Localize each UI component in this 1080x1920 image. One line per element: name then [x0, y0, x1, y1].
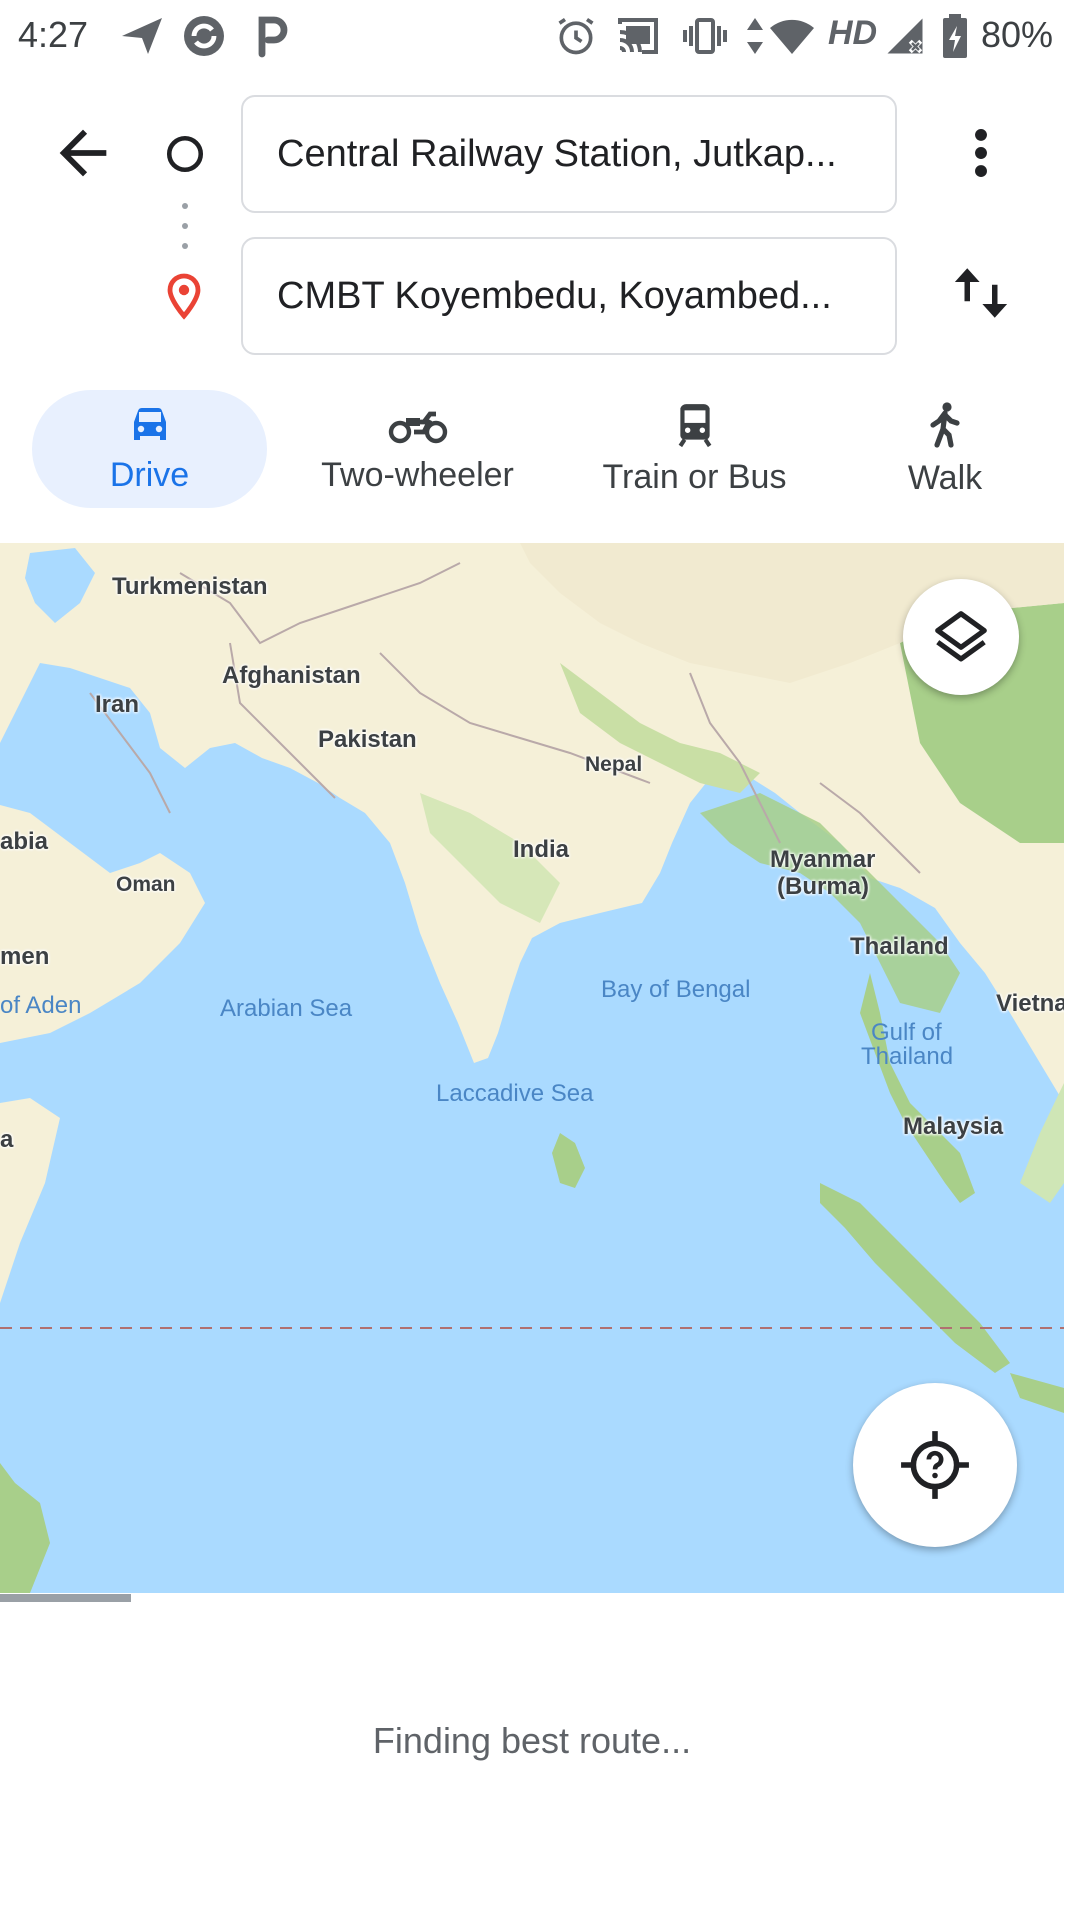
mode-walk[interactable]: Walk [850, 390, 1040, 508]
map-label-bay-of-bengal: Bay of Bengal [601, 976, 751, 1003]
screen: 4:27 HD 80% Central Railway Station, Jut… [0, 0, 1080, 1920]
map-label-iran: Iran [95, 691, 140, 718]
signal-icon [887, 18, 923, 54]
mode-label: Two-wheeler [321, 455, 514, 494]
map-label-saudi-arabia: abia [0, 828, 49, 855]
map-label-arabian-sea: Arabian Sea [220, 995, 353, 1022]
sync-icon [184, 16, 224, 56]
origin-field[interactable]: Central Railway Station, Jutkap... [241, 95, 897, 213]
status-time: 4:27 [18, 14, 89, 55]
destination-field[interactable]: CMBT Koyembedu, Koyambed... [241, 237, 897, 355]
map-label-turkmenistan: Turkmenistan [112, 573, 268, 600]
map-label-india: India [513, 836, 570, 863]
map-label-laccadive-sea: Laccadive Sea [436, 1080, 594, 1107]
destination-pin-icon [167, 273, 201, 320]
mode-drive[interactable]: Drive [32, 390, 267, 508]
data-arrows-icon [747, 18, 763, 54]
map-label-burma: (Burma) [777, 873, 870, 900]
map-label-gulf-of-thailand-2: Thailand [861, 1043, 954, 1070]
mode-train-or-bus[interactable]: Train or Bus [577, 390, 812, 508]
map-label-malaysia: Malaysia [903, 1113, 1004, 1140]
map-label-vietnam: Vietna [996, 990, 1064, 1017]
motorcycle-icon [388, 411, 447, 443]
destination-text: CMBT Koyembedu, Koyambed... [277, 274, 832, 317]
mode-two-wheeler[interactable]: Two-wheeler [300, 390, 535, 508]
map-view[interactable]: Turkmenistan Afghanistan Iran Pakistan N… [0, 543, 1064, 1593]
map-label-partial: a [0, 1126, 14, 1153]
network-type-label: HD [828, 14, 878, 52]
status-bar: 4:27 HD 80% [0, 0, 1080, 76]
walk-icon [930, 401, 960, 448]
parking-icon [258, 16, 288, 58]
map-label-afghanistan: Afghanistan [222, 662, 361, 689]
origin-circle-icon [166, 135, 204, 173]
battery-icon [943, 14, 967, 58]
more-vert-icon[interactable] [950, 118, 1012, 188]
map-label-oman: Oman [116, 873, 176, 896]
layers-icon [935, 611, 987, 662]
map-label-pakistan: Pakistan [318, 726, 417, 753]
location-unknown-icon [901, 1431, 969, 1499]
mode-label: Walk [907, 458, 983, 497]
route-dots-icon [182, 203, 188, 249]
cast-icon [618, 18, 658, 54]
map-label-gulf-of-aden: of Aden [0, 992, 82, 1019]
loading-progress-bar [0, 1594, 131, 1602]
origin-text: Central Railway Station, Jutkap... [277, 132, 837, 175]
battery-percent: 80% [981, 14, 1054, 55]
map-label-nepal: Nepal [585, 753, 643, 776]
send-icon [122, 18, 162, 54]
swap-vertical-icon[interactable] [948, 260, 1014, 326]
train-icon [678, 403, 711, 447]
map-label-myanmar: Myanmar [770, 846, 876, 873]
finding-route-message: Finding best route... [372, 1720, 692, 1761]
vibrate-icon [683, 18, 727, 54]
map-label-yemen: men [0, 943, 50, 970]
mode-label: Drive [109, 455, 190, 494]
my-location-button[interactable] [853, 1383, 1017, 1547]
wifi-icon [770, 19, 814, 54]
layers-button[interactable] [903, 579, 1019, 695]
map-label-thailand: Thailand [850, 933, 949, 960]
mode-label: Train or Bus [602, 457, 787, 496]
alarm-icon [558, 17, 594, 55]
arrow-back-icon[interactable] [48, 118, 118, 188]
car-icon [133, 407, 166, 440]
